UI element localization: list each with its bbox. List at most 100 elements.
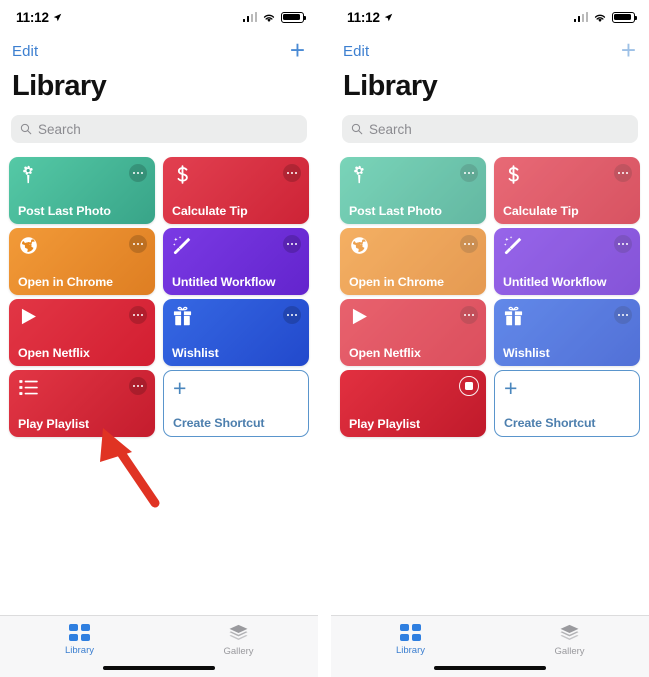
ellipsis-button[interactable] <box>283 235 301 253</box>
ellipsis-button[interactable] <box>129 235 147 253</box>
create-shortcut-label: Create Shortcut <box>504 416 596 430</box>
ellipsis-button[interactable] <box>283 306 301 324</box>
wifi-icon <box>594 14 606 22</box>
magic-wand-icon <box>504 236 522 255</box>
status-bar: 11:12 <box>0 0 318 34</box>
dual-screenshot-comparison: 11:12 Edit + Library Search Post Last Ph… <box>0 0 649 677</box>
search-input[interactable]: Search <box>11 115 307 143</box>
ellipsis-button[interactable] <box>460 306 478 324</box>
stop-square-icon <box>465 382 473 390</box>
page-title: Library <box>12 70 107 102</box>
shortcut-tile-calculate-tip[interactable]: Calculate Tip <box>494 157 640 224</box>
red-arrow-icon <box>100 428 160 508</box>
tab-bar: Library Gallery <box>331 615 649 677</box>
dollar-sign-icon <box>177 165 188 184</box>
home-indicator[interactable] <box>434 665 546 670</box>
search-icon <box>20 123 32 135</box>
ellipsis-button[interactable] <box>460 164 478 182</box>
wifi-icon <box>263 14 275 22</box>
ellipsis-button[interactable] <box>614 306 632 324</box>
shortcut-tile-label: Calculate Tip <box>503 204 579 218</box>
search-icon <box>351 123 363 135</box>
cellular-signal-icon <box>242 11 257 22</box>
shortcut-tile-label: Post Last Photo <box>18 204 111 218</box>
stop-button[interactable] <box>459 376 479 396</box>
gear-flower-icon <box>23 165 33 184</box>
home-indicator[interactable] <box>103 665 215 670</box>
status-time: 11:12 <box>16 10 62 25</box>
shortcut-tile-play-playlist-running[interactable]: Play Playlist <box>340 370 486 437</box>
shortcut-tile-untitled-workflow[interactable]: Untitled Workflow <box>494 228 640 295</box>
shortcut-tile-label: Untitled Workflow <box>172 275 276 289</box>
shortcut-tile-label: Play Playlist <box>18 417 90 431</box>
cellular-signal-icon <box>573 11 588 22</box>
shortcuts-grid: Post Last Photo Calculate Tip Open in Ch… <box>331 143 649 437</box>
status-bar: 11:12 <box>331 0 649 34</box>
gift-box-icon <box>504 306 523 326</box>
search-placeholder: Search <box>38 121 81 137</box>
list-bullet-icon <box>19 380 38 395</box>
tab-library-label: Library <box>64 644 95 656</box>
shortcut-tile-open-in-chrome[interactable]: Open in Chrome <box>340 228 486 295</box>
nav-bar: Edit + <box>0 34 318 68</box>
edit-button[interactable]: Edit <box>343 43 369 60</box>
shortcut-tile-label: Open Netflix <box>18 346 90 360</box>
search-container: Search <box>331 103 649 143</box>
shortcut-tile-label: Open in Chrome <box>349 275 444 289</box>
battery-full-icon <box>281 11 306 23</box>
status-indicators <box>242 11 306 23</box>
shortcut-tile-open-netflix[interactable]: Open Netflix <box>340 299 486 366</box>
plus-icon: + <box>173 375 187 401</box>
shortcut-tile-post-last-photo[interactable]: Post Last Photo <box>340 157 486 224</box>
shortcut-tile-untitled-workflow[interactable]: Untitled Workflow <box>163 228 309 295</box>
shortcut-tile-wishlist[interactable]: Wishlist <box>494 299 640 366</box>
dollar-sign-icon <box>508 165 519 184</box>
shortcut-tile-play-playlist[interactable]: Play Playlist <box>9 370 155 437</box>
tab-bar: Library Gallery <box>0 615 318 677</box>
status-time-text: 11:12 <box>347 9 380 25</box>
stacked-layers-icon <box>560 624 579 641</box>
ellipsis-button[interactable] <box>460 235 478 253</box>
shortcut-tile-open-netflix[interactable]: Open Netflix <box>9 299 155 366</box>
location-arrow-icon <box>384 13 393 21</box>
location-arrow-icon <box>53 13 62 21</box>
create-shortcut-tile[interactable]: + Create Shortcut <box>494 370 640 437</box>
shortcut-tile-label: Wishlist <box>172 346 219 360</box>
edit-button[interactable]: Edit <box>12 43 38 60</box>
grid-squares-icon <box>400 624 421 641</box>
status-time: 11:12 <box>347 10 393 25</box>
grid-squares-icon <box>69 624 90 641</box>
add-shortcut-button[interactable]: + <box>290 37 305 66</box>
magic-wand-icon <box>173 236 191 255</box>
shortcut-tile-label: Calculate Tip <box>172 204 248 218</box>
shortcut-tile-label: Open in Chrome <box>18 275 113 289</box>
shortcut-tile-post-last-photo[interactable]: Post Last Photo <box>9 157 155 224</box>
ellipsis-button[interactable] <box>614 164 632 182</box>
ellipsis-button[interactable] <box>614 235 632 253</box>
shortcut-tile-calculate-tip[interactable]: Calculate Tip <box>163 157 309 224</box>
globe-icon <box>351 237 368 254</box>
battery-full-icon <box>612 11 637 23</box>
search-placeholder: Search <box>369 121 412 137</box>
shortcut-tile-open-in-chrome[interactable]: Open in Chrome <box>9 228 155 295</box>
status-time-text: 11:12 <box>16 9 49 25</box>
play-triangle-icon <box>352 308 367 325</box>
tab-gallery-label: Gallery <box>223 646 254 657</box>
shortcut-tile-wishlist[interactable]: Wishlist <box>163 299 309 366</box>
search-input[interactable]: Search <box>342 115 638 143</box>
shortcut-tile-label: Untitled Workflow <box>503 275 607 289</box>
shortcuts-grid: Post Last Photo Calculate Tip Open in Ch… <box>0 143 318 437</box>
play-triangle-icon <box>21 308 36 325</box>
add-shortcut-button[interactable]: + <box>621 37 636 66</box>
ellipsis-button[interactable] <box>129 306 147 324</box>
gift-box-icon <box>173 306 192 326</box>
stacked-layers-icon <box>229 624 248 641</box>
ellipsis-button[interactable] <box>129 377 147 395</box>
search-container: Search <box>0 103 318 143</box>
ellipsis-button[interactable] <box>129 164 147 182</box>
create-shortcut-tile[interactable]: + Create Shortcut <box>163 370 309 437</box>
shortcut-tile-label: Post Last Photo <box>349 204 442 218</box>
page-title: Library <box>343 70 438 102</box>
ellipsis-button[interactable] <box>283 164 301 182</box>
shortcut-tile-label: Open Netflix <box>349 346 421 360</box>
